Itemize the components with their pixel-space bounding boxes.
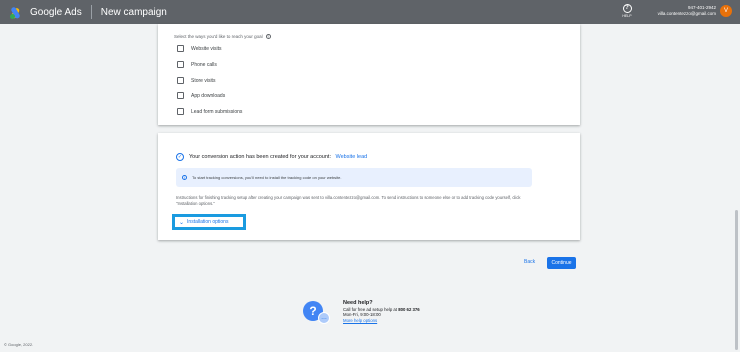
help-button[interactable]: ? HELP: [620, 4, 634, 18]
conversion-card: ✓ Your conversion action has been create…: [158, 133, 580, 240]
need-help-section: Need help? Call for free ad setup help a…: [343, 300, 420, 323]
goals-card: Select the ways you'd like to reach your…: [158, 24, 580, 125]
copyright: © Google, 2022.: [4, 342, 34, 347]
info-icon[interactable]: ?: [265, 34, 271, 40]
checkbox[interactable]: [177, 77, 184, 84]
tracking-info-text: To start tracking conversions, you'll ne…: [192, 175, 342, 180]
scrollbar[interactable]: [735, 210, 738, 350]
installation-options-button[interactable]: ⌄ Installation options: [172, 214, 246, 230]
chevron-down-icon: ⌄: [179, 219, 185, 226]
check-circle-icon: ✓: [176, 153, 184, 161]
help-icon: ?: [622, 4, 632, 13]
installation-options-label: Installation options: [187, 219, 229, 225]
checkbox[interactable]: [177, 108, 184, 115]
option-label: Website visits: [191, 45, 222, 52]
more-help-options-link[interactable]: More help options: [343, 318, 420, 323]
page-title: New campaign: [100, 6, 167, 18]
option-store-visits[interactable]: Store visits: [177, 77, 215, 84]
continue-button[interactable]: Continue: [547, 257, 576, 269]
app-name: Google Ads: [30, 6, 82, 18]
help-call-text: Call for free ad setup help at: [343, 307, 399, 312]
avatar[interactable]: V: [720, 5, 732, 17]
account-email: villa.contentezzo@gmail.com: [657, 11, 716, 16]
checkbox[interactable]: [177, 61, 184, 68]
option-label: Store visits: [191, 77, 216, 84]
help-phone: 800 62 376: [398, 307, 420, 312]
success-text: Your conversion action has been created …: [189, 154, 331, 160]
option-app-downloads[interactable]: App downloads: [177, 92, 225, 99]
goals-label: Select the ways you'd like to reach your…: [174, 34, 271, 40]
chat-icon: …: [318, 312, 330, 324]
need-help-title: Need help?: [343, 300, 373, 306]
instructions-text: Instructions for finishing tracking setu…: [176, 195, 521, 206]
help-label: HELP: [622, 14, 632, 18]
option-label: App downloads: [191, 92, 226, 99]
conversion-success-row: ✓ Your conversion action has been create…: [176, 153, 367, 161]
checkbox[interactable]: [177, 92, 184, 99]
account-info[interactable]: 947-401-2942 villa.contentezzo@gmail.com: [640, 5, 716, 17]
option-label: Phone calls: [191, 61, 217, 68]
header-divider: [90, 5, 92, 19]
website-lead-link[interactable]: Website lead: [336, 154, 368, 160]
google-ads-logo-icon[interactable]: [10, 6, 24, 20]
checkbox[interactable]: [177, 45, 184, 52]
option-website-visits[interactable]: Website visits: [177, 45, 221, 52]
option-label: Lead form submissions: [191, 108, 243, 115]
option-phone-calls[interactable]: Phone calls: [177, 61, 217, 68]
tracking-info-box: i To start tracking conversions, you'll …: [176, 168, 532, 187]
back-button[interactable]: Back: [524, 259, 535, 265]
info-icon: i: [182, 175, 187, 180]
option-lead-form-submissions[interactable]: Lead form submissions: [177, 108, 242, 115]
